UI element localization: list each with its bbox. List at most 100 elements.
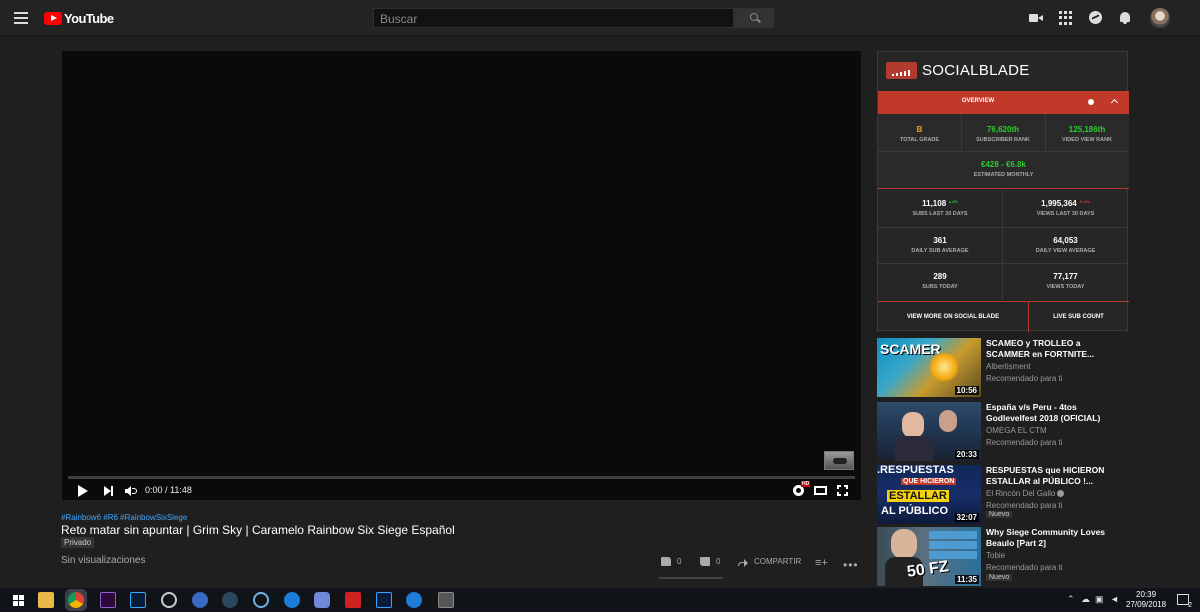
video-thumbnail[interactable]: .RESPUESTAS QUE HICIERON ESTALLAR AL PÚB… [877, 465, 981, 524]
list-item[interactable]: SCAMER 10:56 SCAMEO y TROLLEO a SCAMMER … [877, 338, 1128, 398]
taskbar-clock[interactable]: 20:39 27/09/2018 [1126, 590, 1166, 610]
channel-name[interactable]: Tobie [986, 551, 1005, 560]
youtube-logo[interactable]: YouTube [44, 10, 114, 26]
estimated-monthly: €428 - €6.8k ESTIMATED MONTHLY [878, 160, 1129, 178]
video-view-rank-label: VIDEO VIEW RANK [1061, 137, 1113, 143]
subs-last-30-label: SUBS LAST 30 DAYS [912, 211, 968, 217]
video-title[interactable]: RESPUESTAS que HICIERON ESTALLAR al PÚBL… [986, 465, 1126, 487]
channel-name[interactable]: El Rincón Del Gallo [986, 489, 1065, 498]
channel-name[interactable]: OMEGA EL CTM [986, 426, 1047, 435]
uplay-icon-2[interactable] [406, 592, 422, 608]
volume-icon[interactable] [125, 486, 137, 496]
subscriber-rank-value: 76,620th [986, 125, 1020, 134]
menu-icon[interactable] [14, 12, 28, 24]
total-grade-label: TOTAL GRADE [899, 137, 940, 143]
add-to-playlist-icon[interactable]: ≡+ [815, 557, 828, 569]
recommendation-reason: Recomendado para ti [986, 501, 1063, 510]
messages-icon[interactable] [1089, 11, 1103, 25]
tab-overview-label: OVERVIEW [961, 98, 995, 104]
duration-badge: 20:33 [954, 450, 979, 459]
video-view-rank-value: 125,186th [1068, 125, 1106, 134]
tab-overview[interactable]: OVERVIEW [878, 91, 1129, 114]
fullscreen-icon[interactable] [837, 485, 848, 496]
video-title[interactable]: Why Siege Community Loves Beaulo [Part 2… [986, 527, 1126, 549]
avatar[interactable] [1150, 8, 1170, 28]
tray-expand-icon[interactable]: ⌃ [1067, 594, 1075, 605]
video-thumbnail[interactable]: 20:33 [877, 402, 981, 461]
daily-sub-average-label: DAILY SUB AVERAGE [911, 248, 969, 254]
channel-watermark[interactable] [824, 451, 854, 470]
obs-icon[interactable] [161, 592, 177, 608]
privacy-badge: Privado [61, 537, 95, 548]
views-last-30-label: VIEWS LAST 30 DAYS [1036, 211, 1095, 217]
thumbs-up-icon [661, 557, 671, 566]
notifications-icon[interactable] [1118, 11, 1132, 25]
video-title[interactable]: España v/s Peru - 4tos Godlevelfest 2018… [986, 402, 1126, 424]
video-player[interactable]: 0:00 / 11:48 HD [62, 51, 861, 500]
logo-text: YouTube [64, 10, 114, 26]
download-icon[interactable] [345, 592, 361, 608]
daily-view-average-label: DAILY VIEW AVERAGE [1035, 248, 1096, 254]
views-last-30-delta: ▼-4% [1078, 199, 1090, 204]
taskbar: ⌃ ☁ ▣ ◄ 20:39 27/09/2018 2 [0, 588, 1200, 612]
photoshop-icon-2[interactable] [376, 592, 392, 608]
app-icon-2[interactable] [438, 592, 454, 608]
subscriber-rank-label: SUBSCRIBER RANK [976, 137, 1030, 143]
discord-icon[interactable] [314, 592, 330, 608]
list-item[interactable]: .RESPUESTAS QUE HICIERON ESTALLAR AL PÚB… [877, 465, 1128, 525]
total-grade: B TOTAL GRADE [878, 125, 961, 143]
steam-icon[interactable] [222, 592, 238, 608]
photoshop-icon[interactable] [130, 592, 146, 608]
like-button[interactable]: 0 [661, 557, 681, 566]
dislike-button[interactable]: 0 [700, 557, 720, 566]
search-button[interactable] [734, 8, 774, 28]
daily-sub-average-value: 361 [933, 236, 947, 245]
notification-center-icon[interactable]: 2 [1177, 594, 1192, 609]
play-icon[interactable] [78, 485, 88, 497]
views-today-label: VIEWS TODAY [1046, 284, 1085, 290]
cloud-icon[interactable]: ☁ [1081, 594, 1090, 605]
network-icon[interactable]: ▣ [1095, 594, 1104, 605]
apps-icon[interactable] [1059, 11, 1073, 25]
socialblade-logo-icon [886, 62, 917, 79]
duration-badge: 32:07 [954, 513, 979, 522]
estimated-monthly-value: €428 - €6.8k [981, 160, 1026, 169]
uplay-icon[interactable] [284, 592, 300, 608]
daily-view-average: 64,053 DAILY VIEW AVERAGE [1002, 236, 1129, 254]
share-button[interactable]: COMPARTIR [738, 557, 801, 567]
share-icon [738, 558, 748, 567]
video-thumbnail[interactable]: SCAMER 10:56 [877, 338, 981, 397]
theater-mode-icon[interactable] [814, 486, 827, 495]
sync-icon[interactable] [253, 592, 269, 608]
volume-tray-icon[interactable]: ◄ [1110, 594, 1119, 604]
video-title[interactable]: SCAMEO y TROLLEO a SCAMMER en FORTNITE..… [986, 338, 1126, 360]
collapse-icon[interactable] [1110, 98, 1119, 107]
search-input[interactable]: Buscar [373, 8, 734, 28]
premiere-icon[interactable] [100, 592, 116, 608]
subs-today-label: SUBS TODAY [922, 284, 958, 290]
channel-name-text: El Rincón Del Gallo [986, 489, 1056, 498]
next-icon[interactable] [104, 486, 114, 496]
socialblade-panel: SOCIALBLADE OVERVIEW B TOTAL GRADE 76,62… [877, 51, 1129, 332]
file-explorer-icon[interactable] [38, 592, 54, 608]
view-more-button[interactable]: VIEW MORE ON SOCIAL BLADE [878, 314, 1028, 320]
list-item[interactable]: 20:33 España v/s Peru - 4tos Godlevelfes… [877, 402, 1128, 462]
progress-bar[interactable] [68, 476, 855, 479]
create-video-icon[interactable] [1029, 11, 1043, 25]
thumbnail-text-1: .RESPUESTAS [877, 465, 954, 476]
subs-last-30-value: 11,108 [922, 199, 947, 208]
list-item[interactable]: 50 FZ 11:35 Why Siege Community Loves Be… [877, 527, 1128, 587]
subs-today: 289 SUBS TODAY [878, 272, 1002, 290]
chrome-icon[interactable] [65, 589, 87, 611]
hashtags[interactable]: #Rainbow6 #R6 #RainbowSixSiege [61, 513, 187, 522]
video-thumbnail[interactable]: 50 FZ 11:35 [877, 527, 981, 586]
more-actions-icon[interactable]: ••• [843, 558, 859, 572]
recommendation-reason: Recomendado para ti [986, 374, 1063, 383]
duration-badge: 10:56 [954, 386, 979, 395]
app-icon[interactable] [192, 592, 208, 608]
socialblade-summary: B TOTAL GRADE 76,620th SUBSCRIBER RANK 1… [878, 114, 1129, 189]
channel-name[interactable]: Albertisment [986, 362, 1030, 371]
windows-start-icon[interactable] [13, 595, 24, 606]
live-sub-count-button[interactable]: LIVE SUB COUNT [1028, 314, 1129, 320]
gear-icon[interactable] [1088, 99, 1094, 105]
